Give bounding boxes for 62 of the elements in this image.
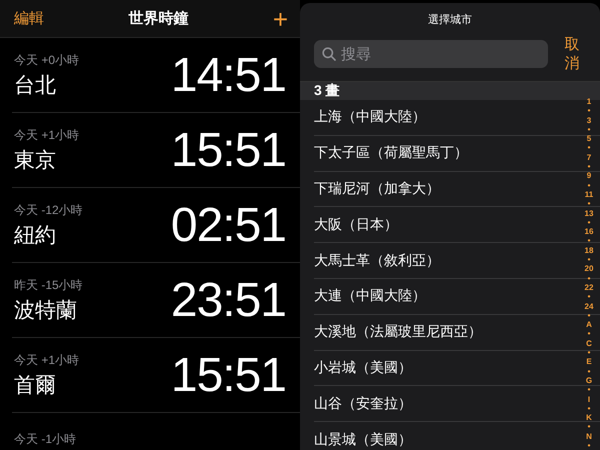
index-letter[interactable]: A [586,320,592,330]
index-letter[interactable]: 5 [586,134,592,144]
time-offset: 昨天 -15小時 [14,276,83,294]
index-letter[interactable]: K [586,413,592,422]
clock-time: 15:51 [170,122,286,178]
clock-time: 14:51 [170,48,286,102]
index-letter[interactable]: • [588,366,590,376]
index-letter[interactable]: • [588,348,590,358]
index-letter[interactable]: • [588,106,590,116]
index-letter[interactable]: 22 [584,282,594,292]
city-name: 波特蘭 [14,298,78,324]
clock-time: 02:51 [170,198,286,252]
index-letter[interactable]: 7 [586,152,592,162]
index-letter[interactable]: • [588,292,590,302]
index-letter[interactable]: • [588,236,590,246]
index-letter[interactable]: 18 [584,246,594,256]
index-letter[interactable]: • [588,440,590,450]
cancel-button[interactable]: 取消 [558,35,586,73]
index-letter[interactable]: 9 [586,171,592,181]
index-letter[interactable]: • [588,422,590,432]
add-button[interactable]: + [272,6,288,32]
index-letter[interactable]: • [588,310,590,320]
index-letter[interactable]: 16 [584,227,594,236]
index-letter[interactable]: • [588,218,590,228]
section-title: 3 畫 [314,82,340,100]
screen-title: 世界時鐘 [128,9,188,28]
index-letter[interactable]: • [588,385,590,394]
clock-time: 23:51 [170,272,286,328]
index-letter[interactable]: 1 [586,97,592,106]
time-offset: 今天 -12小時 [14,202,83,218]
index-letter[interactable]: 24 [584,302,594,311]
city-name: 紐約 [14,222,57,248]
index-letter[interactable]: • [588,162,590,172]
index-letter[interactable]: C [586,338,592,348]
index-letter[interactable]: I [588,394,590,404]
index-letter[interactable]: • [588,180,590,190]
index-letter[interactable]: 13 [584,208,594,218]
search-icon [322,47,336,61]
index-letter[interactable]: 20 [584,264,594,274]
time-offset: 今天 +0小時 [14,52,80,68]
index-letter[interactable]: • [588,329,590,339]
index-letter[interactable]: G [586,376,592,386]
index-letter[interactable]: 3 [586,116,592,125]
index-letter[interactable]: • [588,274,590,283]
city-name: 首爾 [14,372,57,398]
index-letter[interactable]: N [586,432,592,441]
index-letter[interactable]: • [588,124,590,134]
sheet-title: 選擇城市 [427,12,473,28]
index-letter[interactable]: • [588,199,590,209]
time-offset: 今天 +1小時 [14,352,80,368]
time-offset: 今天 +1小時 [14,126,80,144]
search-field[interactable]: 搜尋 [314,40,548,68]
index-letter[interactable]: • [588,404,590,414]
clock-time: 15:51 [170,348,286,402]
city-name: 台北 [14,72,57,98]
index-letter[interactable]: E [586,357,592,367]
edit-button[interactable]: 編輯 [14,9,44,28]
city-name: 東京 [14,148,57,174]
time-offset: 今天 -1小時 [14,431,76,448]
index-letter[interactable]: 11 [584,190,594,200]
index-letter[interactable]: • [588,143,590,153]
index-letter[interactable]: • [588,255,590,264]
